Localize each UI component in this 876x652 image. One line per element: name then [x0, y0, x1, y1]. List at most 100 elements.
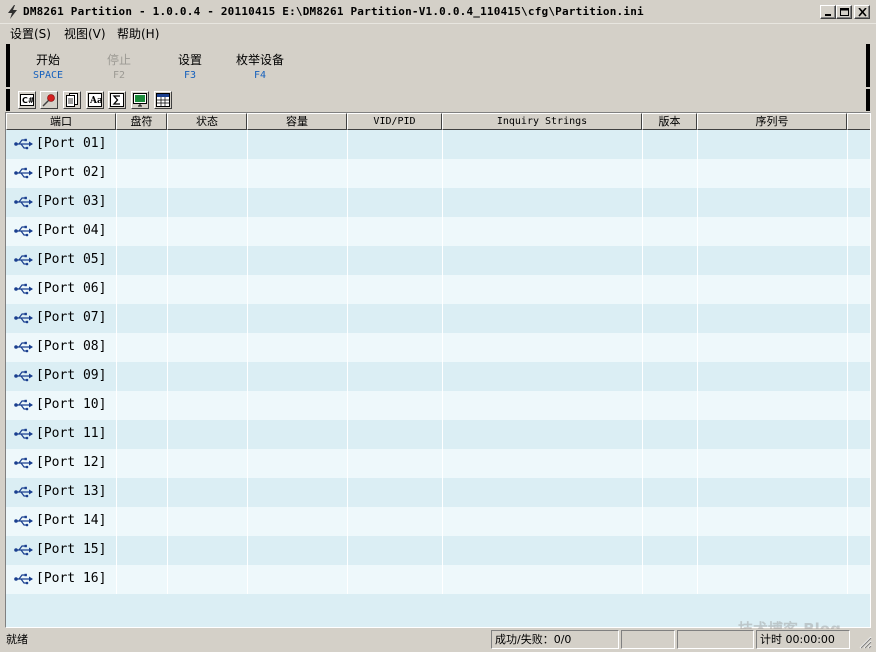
table-row[interactable]: [Port 08] — [6, 333, 870, 362]
column-separator — [347, 391, 348, 420]
sigma-button[interactable] — [108, 91, 126, 109]
usb-icon — [14, 341, 33, 353]
column-separator — [642, 275, 643, 304]
column-separator — [116, 391, 117, 420]
usb-icon — [14, 457, 33, 469]
column-separator — [167, 159, 168, 188]
column-separator — [642, 159, 643, 188]
column-status[interactable]: 状态 — [167, 113, 247, 130]
column-separator — [697, 159, 698, 188]
table-row[interactable]: [Port 01] — [6, 130, 870, 159]
column-separator — [847, 333, 848, 362]
port-name: [Port 04] — [36, 223, 107, 238]
column-separator — [697, 246, 698, 275]
maximize-button[interactable] — [836, 5, 852, 19]
status-bar: 就绪 成功/失败：0/0 计时 00:00:00 — [0, 629, 876, 652]
minimize-icon — [825, 14, 831, 16]
port-name: [Port 13] — [36, 484, 107, 499]
column-separator — [247, 333, 248, 362]
table-row[interactable]: [Port 14] — [6, 507, 870, 536]
pin-button[interactable] — [40, 91, 58, 109]
column-vid-pid[interactable]: VID/PID — [347, 113, 442, 130]
table-row[interactable]: [Port 07] — [6, 304, 870, 333]
grid-button[interactable] — [154, 91, 172, 109]
start-button[interactable]: 开始 SPACE — [28, 51, 68, 81]
table-row[interactable]: [Port 02] — [6, 159, 870, 188]
column-separator — [247, 449, 248, 478]
menu-settings[interactable]: 设置(S) — [10, 25, 51, 42]
table-row[interactable]: [Port 05] — [6, 246, 870, 275]
close-button[interactable] — [854, 5, 870, 19]
stop-label: 停止 — [106, 53, 131, 67]
menu-help[interactable]: 帮助(H) — [117, 25, 159, 42]
column-separator — [642, 246, 643, 275]
column-separator — [347, 333, 348, 362]
column-separator — [697, 130, 698, 159]
column-separator — [697, 507, 698, 536]
table-row[interactable]: [Port 03] — [6, 188, 870, 217]
table-row[interactable]: [Port 13] — [6, 478, 870, 507]
column-separator — [116, 565, 117, 594]
stop-button[interactable]: 停止 F2 — [104, 51, 134, 81]
minimize-button[interactable] — [820, 5, 836, 19]
start-label: 开始 — [35, 53, 60, 67]
table-row[interactable]: [Port 15] — [6, 536, 870, 565]
pin-icon — [42, 94, 55, 107]
usb-icon — [14, 196, 33, 208]
menu-bar: 设置(S) 视图(V) 帮助(H) — [0, 23, 876, 42]
column-separator — [167, 391, 168, 420]
column-version[interactable]: 版本 — [642, 113, 697, 130]
column-separator — [116, 304, 117, 333]
table-row[interactable]: [Port 04] — [6, 217, 870, 246]
column-separator — [847, 507, 848, 536]
column-serial[interactable]: 序列号 — [697, 113, 847, 130]
table-row[interactable]: [Port 11] — [6, 420, 870, 449]
monitor-button[interactable] — [131, 91, 149, 109]
document-button[interactable] — [63, 91, 81, 109]
status-result: 成功/失败：0/0 — [491, 630, 619, 649]
column-separator — [442, 275, 443, 304]
column-separator — [642, 478, 643, 507]
cd-icon: C# — [20, 94, 34, 106]
port-list[interactable]: 端口 盘符 状态 容量 VID/PID Inquiry Strings 版本 序… — [5, 112, 871, 628]
column-separator — [847, 304, 848, 333]
column-separator — [247, 217, 248, 246]
menu-view[interactable]: 视图(V) — [64, 25, 106, 42]
column-separator — [847, 420, 848, 449]
column-separator — [697, 420, 698, 449]
list-rows: [Port 01] [Port 02] [Port 03] [Port 04] [Por… — [6, 130, 870, 594]
column-separator — [642, 304, 643, 333]
table-row[interactable]: [Port 06] — [6, 275, 870, 304]
table-row[interactable]: [Port 09] — [6, 362, 870, 391]
table-row[interactable]: [Port 16] — [6, 565, 870, 594]
enumerate-label: 枚举设备 — [235, 53, 284, 67]
title-bar[interactable]: DM8261 Partition - 1.0.0.4 - 20110415 E:… — [0, 0, 876, 24]
column-inquiry-strings[interactable]: Inquiry Strings — [442, 113, 642, 130]
column-separator — [697, 275, 698, 304]
column-capacity[interactable]: 容量 — [247, 113, 347, 130]
status-ready: 就绪 — [6, 633, 28, 646]
column-separator — [247, 275, 248, 304]
column-drive[interactable]: 盘符 — [116, 113, 167, 130]
column-separator — [642, 130, 643, 159]
font-button[interactable]: Aa — [86, 91, 104, 109]
enumerate-devices-button[interactable]: 枚举设备 F4 — [232, 51, 288, 81]
settings-button[interactable]: 设置 F3 — [175, 51, 205, 81]
table-row[interactable]: [Port 12] — [6, 449, 870, 478]
port-name: [Port 14] — [36, 513, 107, 528]
column-separator — [167, 217, 168, 246]
column-separator — [167, 275, 168, 304]
column-separator — [347, 246, 348, 275]
column-separator — [347, 217, 348, 246]
column-separator — [167, 536, 168, 565]
port-name: [Port 05] — [36, 252, 107, 267]
column-port[interactable]: 端口 — [6, 113, 116, 130]
column-separator — [642, 391, 643, 420]
table-row[interactable]: [Port 10] — [6, 391, 870, 420]
cd-button[interactable]: C# — [18, 91, 36, 109]
column-separator — [167, 565, 168, 594]
column-separator — [442, 536, 443, 565]
column-separator — [247, 565, 248, 594]
resize-grip-icon[interactable] — [858, 635, 872, 649]
close-icon — [858, 8, 867, 17]
